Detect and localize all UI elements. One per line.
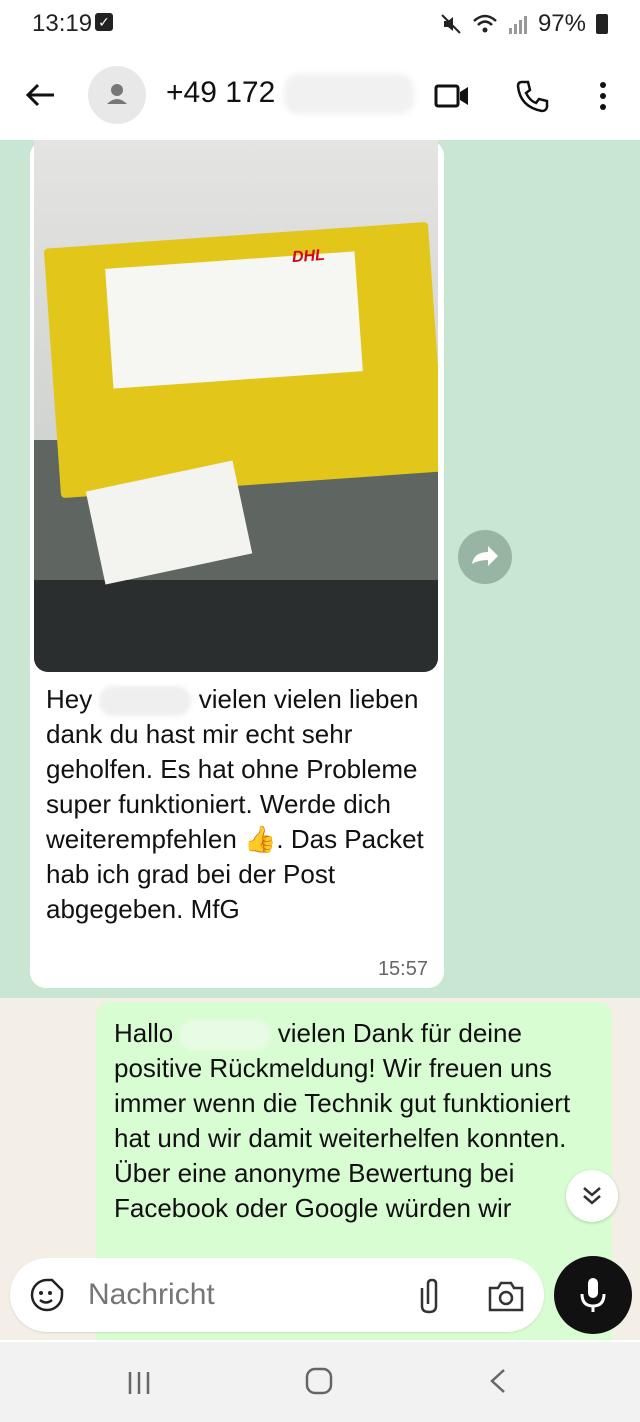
forward-icon [472, 546, 498, 566]
outgoing-message-text: Hallo vielen Dank für deine positive Rüc… [114, 1016, 604, 1226]
voice-message-button[interactable] [554, 1256, 632, 1334]
status-bar: 13:19 ✓ 97% [0, 0, 640, 50]
video-call-icon[interactable] [432, 76, 472, 116]
dhl-logo: DHL [291, 246, 326, 267]
nav-back-icon[interactable] [484, 1366, 514, 1396]
mute-icon [441, 14, 461, 34]
back-arrow-icon[interactable] [22, 75, 62, 115]
incoming-message[interactable]: DHL Hey vielen vielen lieben dank du has… [30, 140, 444, 988]
redacted-name [180, 1020, 271, 1051]
avatar[interactable] [88, 66, 146, 124]
photo-shadow [34, 580, 438, 672]
home-icon[interactable] [304, 1366, 334, 1396]
message-composer [10, 1258, 544, 1332]
signal-icon [508, 16, 527, 34]
redacted-name [99, 686, 192, 717]
message-greeting: Hey [46, 684, 93, 714]
voice-call-icon[interactable] [512, 76, 552, 116]
forward-button[interactable] [458, 530, 512, 584]
camera-icon[interactable] [486, 1278, 526, 1314]
redacted-name [284, 74, 414, 114]
check-icon: ✓ [95, 13, 113, 31]
incoming-message-text: Hey vielen vielen lieben dank du hast mi… [46, 682, 436, 927]
message-greeting: Hallo [114, 1018, 174, 1048]
status-icons: 97% [440, 10, 608, 38]
battery-icon [596, 14, 608, 34]
message-body-continued: Über eine anonyme Bewertung bei Facebook… [114, 1158, 515, 1223]
chat-header: +49 172 [0, 50, 640, 140]
sticker-emoji-icon[interactable] [28, 1276, 66, 1314]
double-chevron-down-icon [583, 1187, 601, 1205]
recent-apps-icon[interactable] [124, 1368, 154, 1398]
battery-percent: 97% [537, 10, 586, 37]
status-time: 13:19 [32, 10, 93, 37]
system-nav-bar [0, 1342, 640, 1422]
wifi-icon [473, 14, 497, 33]
scroll-to-bottom-button[interactable] [566, 1170, 618, 1222]
contact-name[interactable]: +49 172 [166, 76, 275, 110]
microphone-icon [580, 1278, 606, 1312]
message-time: 15:57 [377, 958, 428, 980]
message-photo[interactable]: DHL [34, 140, 438, 672]
chat-area[interactable]: DHL Hey vielen vielen lieben dank du has… [0, 140, 640, 1340]
thumbs-up-icon: 👍 [244, 824, 277, 854]
message-input[interactable] [86, 1274, 370, 1316]
more-vert-icon[interactable] [588, 76, 618, 116]
photo-shipping-label [105, 251, 363, 389]
attach-icon[interactable] [412, 1276, 446, 1316]
avatar-icon [107, 84, 127, 104]
